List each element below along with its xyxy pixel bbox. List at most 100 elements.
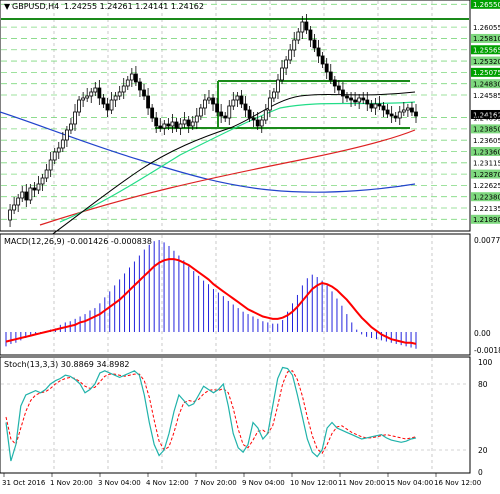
macd-title: MACD(12,26,9) -0.001426 -0.000838: [4, 237, 152, 246]
price-label: 1.24095: [473, 114, 500, 122]
candle-body: [97, 87, 102, 99]
price-label: 1.23850: [473, 126, 500, 134]
candle-body: [276, 79, 280, 93]
candle-body: [117, 91, 122, 97]
candle-body: [332, 79, 337, 87]
candle-body: [328, 71, 333, 81]
candle-body: [405, 107, 410, 111]
candle-body: [109, 99, 114, 111]
stoch-title: Stoch(13,3,3) 30.8869 34.8982: [4, 360, 130, 369]
candle-body: [48, 159, 53, 171]
candle-body: [280, 67, 284, 81]
candle-body: [138, 81, 142, 91]
candle-body: [267, 97, 272, 111]
price-label: 1.22380: [473, 194, 500, 202]
candle-body: [24, 191, 29, 201]
candle-body: [397, 111, 402, 119]
candle-body: [235, 95, 240, 101]
candle-body: [40, 177, 45, 185]
price-label: 1.26550: [473, 1, 500, 9]
candle-body: [186, 119, 191, 127]
candle-body: [174, 121, 179, 129]
candle-body: [170, 121, 175, 127]
chart-terminal[interactable]: 1.26550 1.26055 1.25810 1.25565 1.25320 1.250…: [0, 0, 500, 490]
price-label: 1.22625: [473, 182, 500, 190]
candle-body: [101, 97, 106, 105]
candle-body: [373, 103, 378, 109]
price-chart[interactable]: 1.26550 1.26055 1.25810 1.25565 1.25320 1.250…: [0, 0, 500, 490]
candle-body: [44, 169, 49, 179]
candle-body: [223, 115, 228, 119]
candle-body: [125, 79, 130, 87]
candle-body: [361, 97, 366, 101]
candle-body: [304, 21, 309, 31]
candle-body: [251, 117, 256, 121]
candle-body: [292, 39, 297, 51]
candle-body: [215, 103, 219, 113]
price-label: 1.21890: [473, 216, 500, 224]
price-label: 1.24585: [473, 92, 500, 100]
macd-panel: [0, 233, 471, 356]
candle-body: [341, 89, 345, 97]
candle-body: [410, 107, 414, 113]
candle-body: [166, 123, 171, 127]
candle-body: [194, 115, 199, 123]
candle-body: [105, 103, 110, 111]
time-axis: 31 Oct 2016 1 Nov 20:00 3 Nov 04:00 4 Nov 1…: [2, 473, 481, 487]
candle-body: [162, 123, 167, 129]
time-label: 11 Nov 20:00: [338, 479, 385, 487]
svg-text:▼: ▼: [4, 2, 11, 11]
symbol-header: ▼ GBPUSD,H4 1.24255 1.24261 1.24141 1.24…: [4, 2, 204, 11]
candle-body: [121, 85, 126, 93]
candle-body: [77, 99, 81, 113]
candle-body: [182, 119, 187, 125]
candle-body: [28, 187, 33, 201]
candle-body: [190, 121, 195, 127]
time-label: 15 Nov 04:00: [386, 479, 433, 487]
candle-body: [113, 95, 118, 101]
stoch-panel: [0, 356, 471, 474]
candle-body: [263, 109, 268, 121]
candle-body: [64, 129, 69, 141]
candle-body: [89, 91, 94, 97]
candle-body: [312, 39, 317, 49]
candle-body: [8, 209, 12, 221]
candle-body: [369, 103, 374, 109]
candle-body: [243, 103, 248, 111]
price-axis: 1.26550 1.26055 1.25810 1.25565 1.25320 1.250…: [471, 0, 500, 224]
candle-body: [365, 99, 370, 105]
candle-body: [211, 97, 215, 105]
time-label: 4 Nov 12:00: [146, 479, 189, 487]
price-label: 1.25320: [473, 58, 500, 66]
candle-body: [357, 97, 362, 103]
candle-body: [134, 73, 138, 83]
candle-body: [154, 117, 159, 127]
price-label: 1.23360: [473, 148, 500, 156]
candle-body: [219, 111, 224, 117]
price-label: 1.25565: [473, 47, 500, 55]
candle-body: [73, 111, 77, 125]
candle-body: [381, 105, 386, 111]
candle-body: [69, 123, 73, 131]
stoch-level-label: 80: [478, 380, 488, 389]
candle-body: [272, 91, 276, 99]
candle-body: [85, 95, 90, 99]
candle-body: [231, 99, 236, 107]
macd-bottom-label: -0.001863: [474, 346, 500, 355]
candle-body: [32, 187, 37, 191]
candle-body: [36, 183, 41, 191]
price-label: 1.24830: [473, 80, 500, 88]
candle-body: [296, 31, 301, 41]
candle-body: [401, 109, 406, 113]
candle-body: [81, 97, 86, 101]
time-label: 10 Nov 12:00: [290, 479, 337, 487]
candle-body: [207, 97, 211, 101]
time-label: 7 Nov 20:00: [194, 479, 237, 487]
time-label: 1 Nov 20:00: [50, 479, 93, 487]
candle-body: [353, 99, 358, 103]
candle-body: [142, 89, 146, 97]
candle-body: [16, 197, 21, 206]
candle-body: [324, 63, 329, 73]
time-label: 9 Nov 04:00: [242, 479, 285, 487]
candle-body: [247, 109, 252, 119]
